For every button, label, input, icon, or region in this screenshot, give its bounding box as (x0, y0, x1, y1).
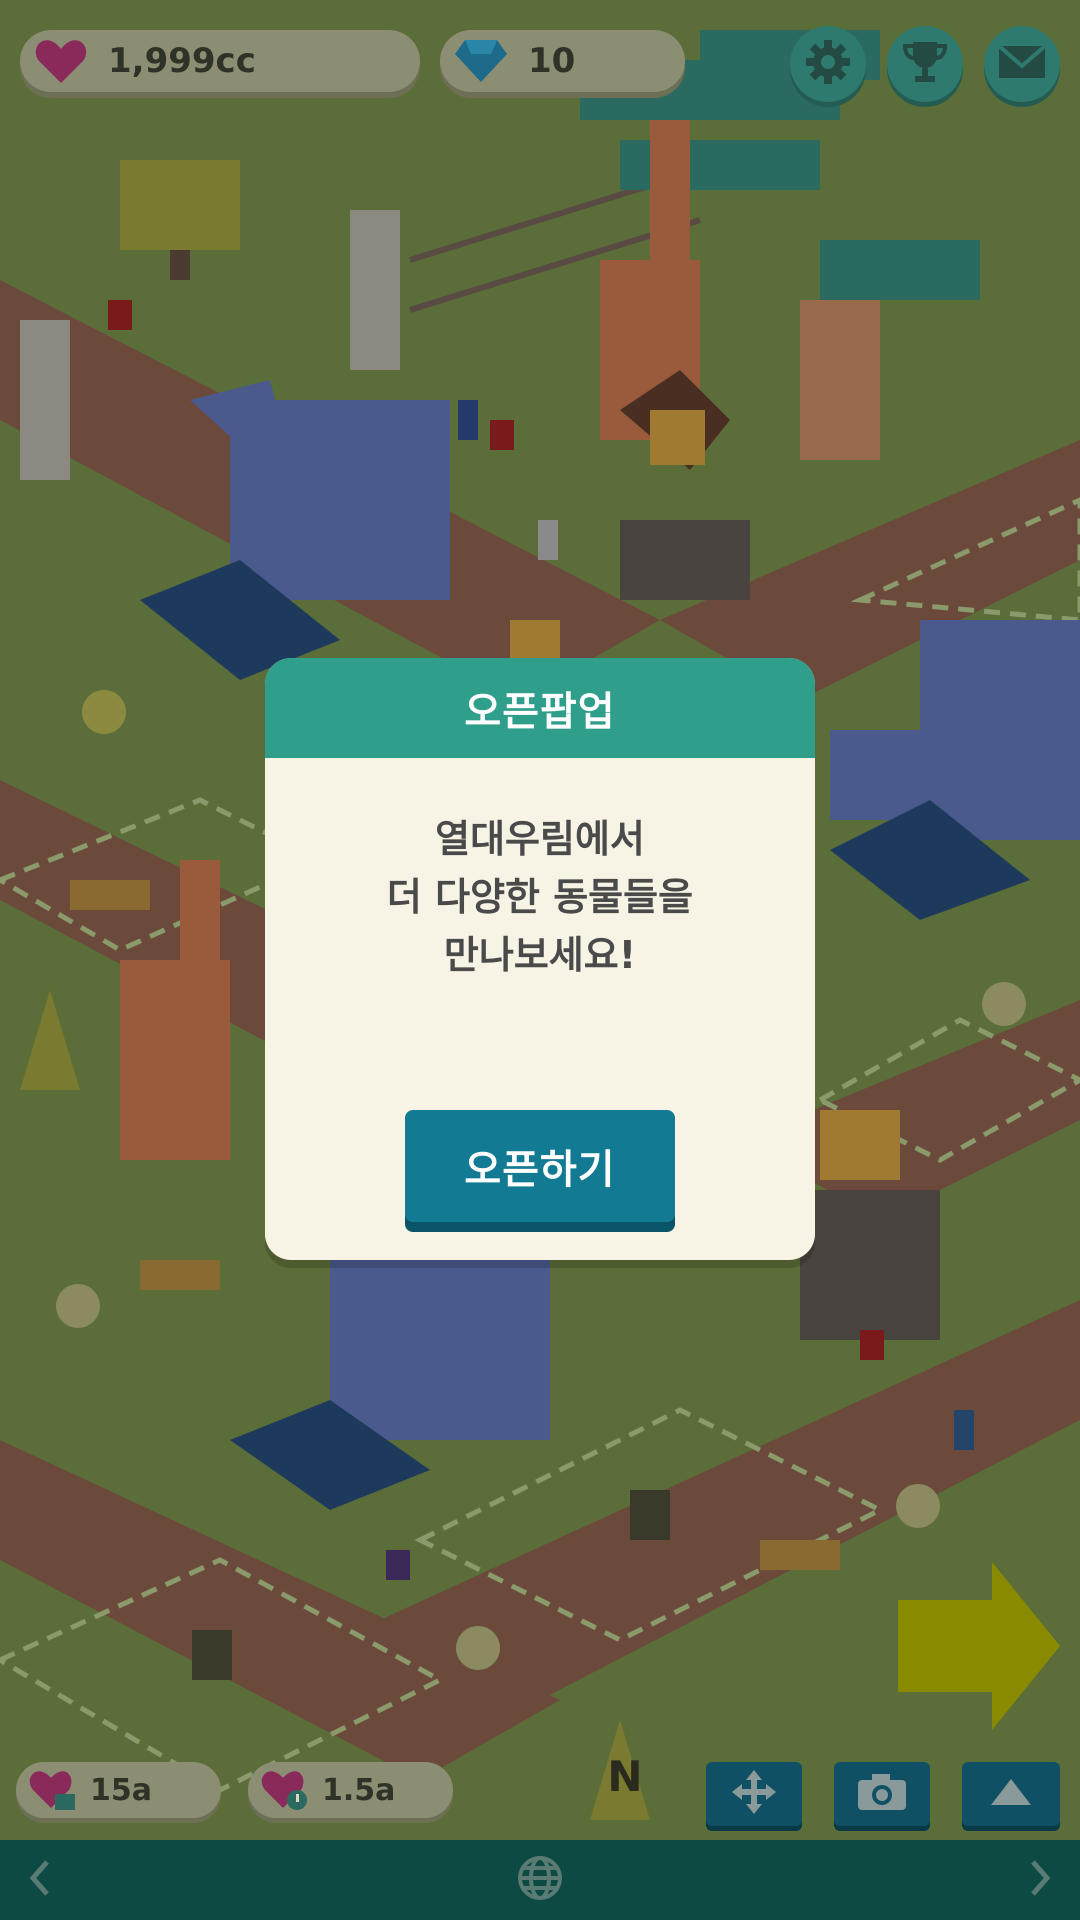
compass-marker: N (607, 1752, 643, 1801)
popup-message-line: 더 다양한 동물들을 (386, 875, 694, 919)
hearts-counter[interactable]: 1,999cc (20, 30, 420, 92)
nav-prev-button[interactable] (0, 1840, 80, 1920)
gems-counter[interactable]: 10 (440, 30, 685, 92)
heart-rate-value: 15a (90, 1772, 152, 1808)
diamond-icon (450, 30, 512, 92)
trophy-icon (901, 38, 949, 90)
gear-icon (804, 38, 852, 90)
move-arrows-icon (730, 1768, 778, 1820)
heart-rate-counter[interactable]: 15a (16, 1762, 221, 1818)
nav-globe-button[interactable] (500, 1840, 580, 1920)
bottom-navigation-bar (0, 1840, 1080, 1920)
chevron-right-icon (1025, 1858, 1055, 1902)
settings-button[interactable] (790, 26, 866, 102)
gems-value: 10 (528, 41, 576, 81)
popup-title: 오픈팝업 (265, 658, 815, 758)
popup-message: 열대우림에서 더 다양한 동물들을 만나보세요! (265, 758, 815, 984)
popup-message-line: 만나보세요! (443, 933, 637, 977)
mail-icon (997, 42, 1047, 86)
heart-clock-icon (258, 1763, 312, 1817)
heart-factory-icon (26, 1763, 80, 1817)
heart-timer-counter[interactable]: 1.5a (248, 1762, 453, 1818)
expand-menu-button[interactable] (962, 1762, 1060, 1826)
open-area-popup: 오픈팝업 열대우림에서 더 다양한 동물들을 만나보세요! 오픈하기 (265, 658, 815, 1260)
nav-next-button[interactable] (1000, 1840, 1080, 1920)
camera-icon (856, 1772, 908, 1816)
camera-button[interactable] (834, 1762, 930, 1826)
popup-message-line: 열대우림에서 (435, 817, 645, 861)
heart-icon (30, 30, 92, 92)
hearts-value: 1,999cc (108, 41, 256, 81)
globe-icon (516, 1854, 564, 1906)
next-area-button[interactable] (898, 1562, 1060, 1730)
chevron-left-icon (25, 1858, 55, 1902)
open-button[interactable]: 오픈하기 (405, 1110, 675, 1222)
heart-timer-value: 1.5a (322, 1772, 396, 1808)
triangle-up-icon (989, 1777, 1033, 1811)
mail-button[interactable] (984, 26, 1060, 102)
move-button[interactable] (706, 1762, 802, 1826)
trophy-button[interactable] (887, 26, 963, 102)
